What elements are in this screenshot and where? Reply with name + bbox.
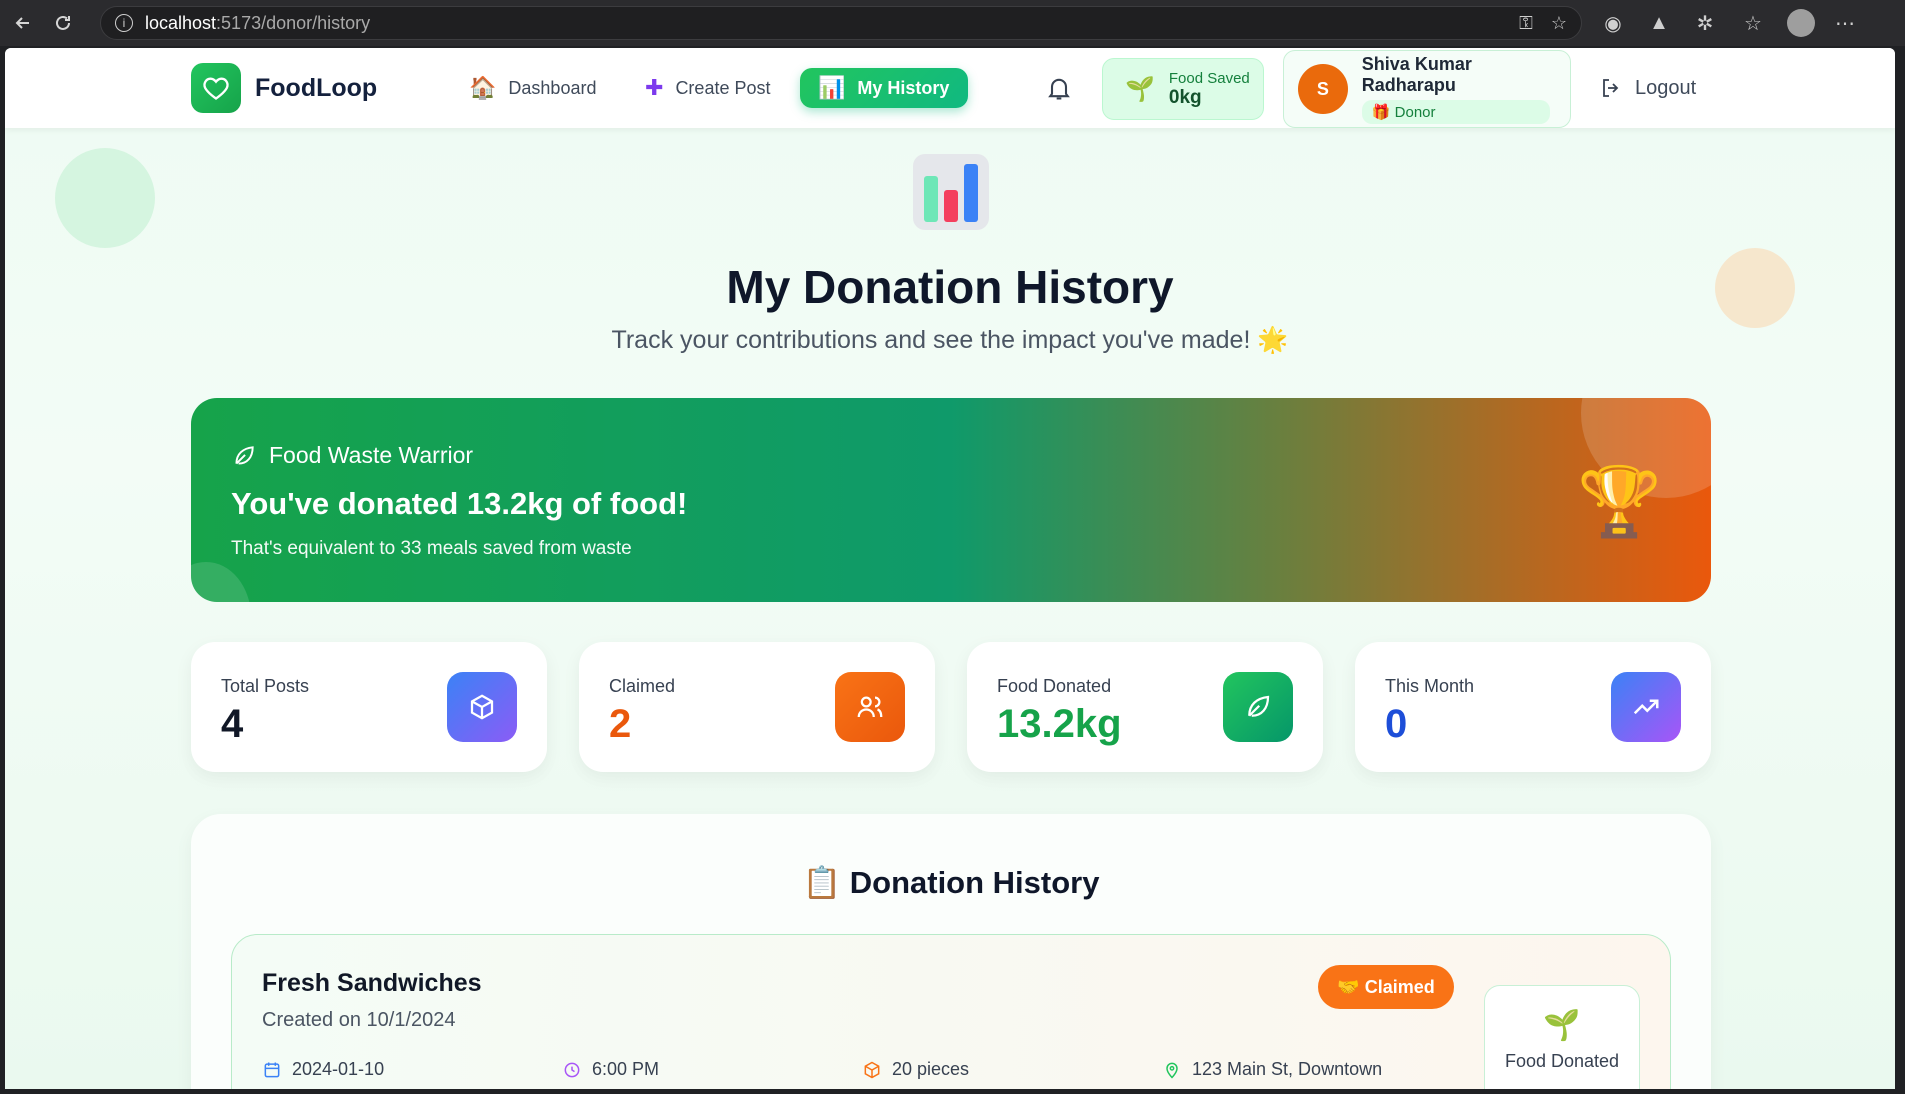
puzzle-icon[interactable]: ✲ — [1690, 8, 1720, 38]
impact-banner: Food Waste Warrior You've donated 13.2kg… — [191, 398, 1711, 602]
brand[interactable]: FoodLoop — [191, 63, 377, 113]
banner-tag-label: Food Waste Warrior — [269, 442, 474, 468]
stat-value: 13.2kg — [997, 702, 1122, 746]
stat-label: This Month — [1385, 676, 1475, 696]
nav-create-post[interactable]: ✚ Create Post — [627, 68, 788, 108]
profile-icon[interactable] — [1786, 8, 1816, 38]
food-saved-label: Food Saved — [1168, 69, 1250, 87]
calendar-icon — [264, 1062, 280, 1077]
address-bar[interactable]: i localhost:5173/donor/history ⚿ ☆ — [100, 6, 1582, 40]
key-icon[interactable]: ⚿ — [1519, 13, 1533, 34]
logout-icon — [1603, 79, 1619, 97]
extension-icon[interactable]: ◉ — [1598, 8, 1628, 38]
post-location: 123 Main St, Downtown — [1162, 1059, 1382, 1080]
food-saved-pill: 🌱 Food Saved 0kg — [1102, 58, 1264, 120]
leaf-icon — [235, 445, 254, 465]
page-subtitle: Track your contributions and see the imp… — [611, 326, 1289, 354]
banner-headline: You've donated 13.2kg of food! — [231, 486, 688, 521]
history-card[interactable]: Fresh Sandwiches Created on 10/1/2024 🤝 … — [231, 934, 1671, 1089]
heart-icon — [191, 63, 241, 113]
nav-create-post-label: Create Post — [675, 77, 771, 98]
leaf-icon — [1223, 672, 1293, 742]
post-time: 6:00 PM — [562, 1059, 659, 1080]
nav-dashboard[interactable]: 🏠 Dashboard — [451, 68, 614, 108]
stat-value: 4 — [221, 702, 244, 746]
post-created: Created on 10/1/2024 — [262, 1009, 456, 1031]
nav-my-history[interactable]: 📊 My History — [800, 68, 968, 108]
post-date-value: 2024-01-10 — [292, 1059, 385, 1079]
food-saved-value: 0kg — [1168, 86, 1202, 108]
clock-icon — [564, 1062, 580, 1077]
star-icon[interactable]: ☆ — [1551, 13, 1567, 34]
box-icon — [447, 672, 517, 742]
stat-label: Food Donated — [997, 676, 1112, 696]
page-title: My Donation History — [726, 261, 1174, 313]
package-icon — [864, 1061, 880, 1078]
reload-icon[interactable] — [46, 6, 80, 40]
gift-icon: 🎁 — [1371, 104, 1395, 121]
house-icon: 🏠 — [469, 75, 497, 100]
stat-card-total-posts: Total Posts 4 — [191, 642, 547, 772]
nav-my-history-label: My History — [857, 77, 950, 98]
logout-button[interactable]: Logout — [1599, 68, 1696, 108]
stat-card-claimed: Claimed 2 — [579, 642, 935, 772]
users-icon — [835, 672, 905, 742]
decor-circle — [191, 562, 251, 602]
stat-label: Claimed — [609, 676, 676, 696]
banner-note: That's equivalent to 33 meals saved from… — [231, 538, 632, 559]
post-quantity-value: 20 pieces — [892, 1059, 970, 1079]
map-pin-icon — [1166, 1062, 1178, 1079]
plus-icon: ✚ — [645, 75, 664, 100]
back-arrow-icon[interactable] — [6, 6, 40, 40]
panel-title: 📋 Donation History — [802, 865, 1100, 900]
user-role-badge: 🎁 Donor — [1361, 100, 1550, 124]
user-name: Shiva Kumar Radharapu — [1361, 54, 1472, 95]
trophy-icon: 🏆 — [1577, 464, 1662, 540]
favorites-icon[interactable]: ☆ — [1738, 8, 1768, 38]
post-quantity: 20 pieces — [862, 1059, 969, 1080]
donation-history-panel: 📋 Donation History Fresh Sandwiches Crea… — [191, 814, 1711, 1089]
post-location-value: 123 Main St, Downtown — [1192, 1059, 1383, 1079]
user-profile[interactable]: S Shiva Kumar Radharapu 🎁 Donor — [1283, 50, 1571, 128]
more-icon[interactable]: ⋯ — [1830, 8, 1860, 38]
top-navbar: FoodLoop 🏠 Dashboard ✚ Create Post 📊 My … — [5, 48, 1895, 128]
url-path: :5173/donor/history — [216, 12, 371, 33]
stat-card-food-donated: Food Donated 13.2kg — [967, 642, 1323, 772]
user-role: Donor — [1394, 104, 1436, 121]
extension-cat-icon[interactable]: ▲ — [1644, 8, 1674, 38]
stat-value: 0 — [1385, 702, 1408, 746]
stat-value: 2 — [609, 702, 632, 746]
decor-circle — [55, 148, 155, 248]
post-time-value: 6:00 PM — [592, 1059, 660, 1079]
status-badge: 🤝 Claimed — [1318, 965, 1454, 1009]
avatar: S — [1298, 64, 1348, 114]
logout-label: Logout — [1635, 76, 1697, 99]
stat-card-this-month: This Month 0 — [1355, 642, 1711, 772]
stat-label: Total Posts — [221, 676, 310, 696]
brand-name: FoodLoop — [255, 73, 378, 102]
post-date: 2024-01-10 — [262, 1059, 384, 1080]
url-host: localhost — [145, 12, 217, 33]
bar-chart-icon — [913, 154, 989, 230]
site-info-icon[interactable]: i — [115, 14, 133, 32]
chart-icon: 📊 — [818, 75, 846, 100]
trending-up-icon — [1611, 672, 1681, 742]
sprout-icon: 🌱 — [1125, 75, 1155, 103]
impact-box: 🌱 Food Donated — [1484, 985, 1640, 1089]
impact-label: Food Donated — [1504, 1051, 1620, 1071]
sprout-icon: 🌱 — [1543, 1009, 1581, 1042]
page-viewport: FoodLoop 🏠 Dashboard ✚ Create Post 📊 My … — [5, 48, 1895, 1089]
banner-tag: Food Waste Warrior — [231, 442, 473, 469]
post-title: Fresh Sandwiches — [262, 969, 482, 997]
nav-dashboard-label: Dashboard — [508, 77, 597, 98]
browser-toolbar: i localhost:5173/donor/history ⚿ ☆ ◉ ▲ ✲… — [0, 0, 1905, 46]
bell-icon[interactable] — [1045, 74, 1073, 102]
